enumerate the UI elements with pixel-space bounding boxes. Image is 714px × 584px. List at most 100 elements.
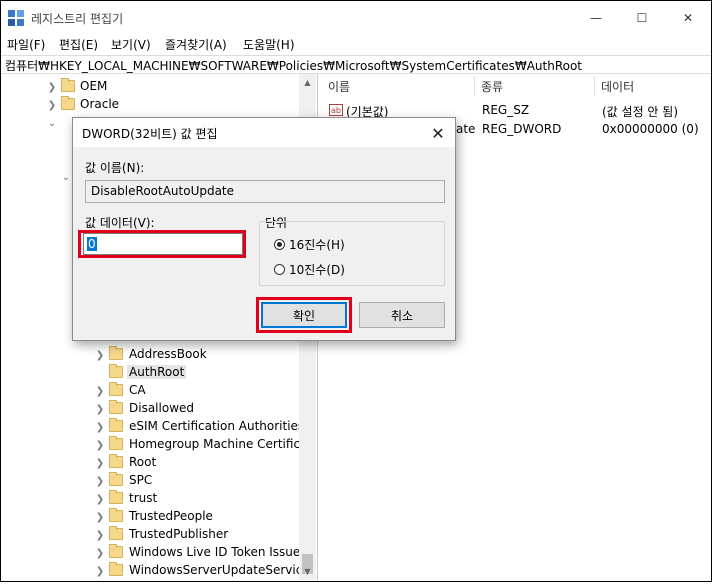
tree-item-label: eSIM Certification Authorities [129,419,305,433]
registry-editor-icon [8,10,24,26]
tree-item[interactable]: ❯ WindowsServerUpdateServices [95,562,316,580]
chevron-right-icon[interactable]: ❯ [95,472,105,490]
tree-item[interactable]: ❯ SPC [95,472,305,490]
tree-item-label: TrustedPublisher [129,527,229,541]
maximize-button[interactable]: ☐ [619,1,665,35]
chevron-right-icon[interactable]: ❯ [95,562,105,580]
title-bar: 레지스트리 편집기 — ☐ ✕ [1,1,711,35]
dialog-title: DWORD(32비트) 값 편집 [82,127,218,141]
column-data[interactable]: 데이터 [595,74,711,98]
folder-icon [109,436,123,450]
radio-off-icon [274,264,285,275]
folder-icon [61,96,75,110]
menu-bar: 파일(F) 편집(E) 보기(V) 즐겨찾기(A) 도움말(H) [1,35,711,55]
address-bar[interactable]: 컴퓨터₩HKEY_LOCAL_MACHINE₩SOFTWARE₩Policies… [1,55,711,74]
tree-item[interactable]: ❯ Root [95,454,305,472]
folder-icon [109,454,123,468]
tree-item[interactable]: ❯ Disallowed [95,400,305,418]
menu-help[interactable]: 도움말(H) [243,36,295,53]
tree-item-label: SPC [129,473,153,487]
cancel-button[interactable]: 취소 [359,302,445,328]
chevron-right-icon[interactable]: ❯ [95,400,105,418]
chevron-down-icon[interactable]: ⌄ [61,168,71,186]
column-name[interactable]: 이름 [322,74,472,98]
tree-item-label: AddressBook [129,347,207,361]
window-title: 레지스트리 편집기 [31,12,124,26]
tree-item-label: TrustedPeople [129,509,213,523]
folder-icon [109,346,123,360]
tree-item-label: Windows Live ID Token Issuer [129,545,306,559]
chevron-right-icon[interactable]: ❯ [47,96,57,114]
tree-item-label: CA [129,383,146,397]
chevron-right-icon[interactable]: ❯ [95,346,105,364]
chevron-right-icon[interactable]: ❯ [95,454,105,472]
tree-item-label: trust [129,491,158,505]
menu-favorites[interactable]: 즐겨찾기(A) [165,36,227,53]
tree-item[interactable]: ❯ OEM [47,78,297,96]
folder-icon [109,508,123,522]
scroll-up-icon[interactable]: ▲ [299,74,316,91]
tree-item-authroot[interactable]: AuthRoot [95,364,305,382]
value-type: REG_DWORD [482,122,562,136]
tree-item-label: WindowsServerUpdateServices [129,563,316,577]
folder-icon [109,400,123,414]
value-name-field: DisableRootAutoUpdate [85,180,445,203]
scroll-down-icon[interactable]: ▼ [299,563,316,580]
folder-icon [109,382,123,396]
chevron-right-icon[interactable]: ❯ [95,490,105,508]
tree-item[interactable]: ❯ eSIM Certification Authorities [95,418,305,436]
radio-on-icon [274,239,285,250]
folder-icon [109,472,123,486]
ok-button-highlight [256,297,352,333]
tree-item[interactable]: ❯ TrustedPublisher [95,526,305,544]
minimize-button[interactable]: — [573,1,619,35]
folder-icon [109,418,123,432]
tree-item[interactable]: ❯ trust [95,490,305,508]
chevron-right-icon[interactable]: ❯ [95,436,105,454]
column-type[interactable]: 종류 [475,74,593,98]
tree-item[interactable]: ❯ Homegroup Machine Certificates [95,436,305,454]
dialog-close-button[interactable]: ✕ [425,121,451,145]
radio-dec-label: 10진수(D) [289,263,345,277]
folder-icon [109,544,123,558]
folder-icon [109,364,123,378]
chevron-down-icon[interactable]: ⌄ [47,114,57,132]
tree-item[interactable]: ❯ CA [95,382,305,400]
value-name: ate [456,122,476,136]
tree-item-label: Oracle [80,97,120,111]
dialog-title-bar: DWORD(32비트) 값 편집 ✕ [73,118,455,147]
menu-view[interactable]: 보기(V) [111,36,151,53]
chevron-right-icon[interactable]: ❯ [95,526,105,544]
tree-item-label: AuthRoot [127,365,187,379]
folder-icon [109,490,123,504]
menu-edit[interactable]: 편집(E) [59,36,98,53]
tree-item-label: Root [129,455,157,469]
close-button[interactable]: ✕ [665,1,711,35]
radio-hex-label: 16진수(H) [289,238,345,252]
tree-item[interactable]: ❯ Oracle [47,96,297,114]
chevron-right-icon[interactable]: ❯ [95,418,105,436]
folder-icon [109,526,123,540]
folder-icon [61,78,75,92]
chevron-right-icon[interactable]: ❯ [95,508,105,526]
tree-item[interactable]: ❯ AddressBook [95,346,305,364]
tree-item-label: Disallowed [129,401,195,415]
value-data-highlight [78,230,246,258]
value-data: 0x00000000 (0) [602,122,699,136]
string-value-icon: ab [329,104,343,116]
radio-hex[interactable]: 16진수(H) [274,236,345,253]
address-path: 컴퓨터₩HKEY_LOCAL_MACHINE₩SOFTWARE₩Policies… [5,59,583,73]
chevron-right-icon[interactable]: ❯ [95,544,105,562]
tree-item[interactable]: ❯ Windows Live ID Token Issuer [95,544,305,562]
chevron-right-icon[interactable]: ❯ [47,78,57,96]
menu-file[interactable]: 파일(F) [7,36,45,53]
tree-item-label: Homegroup Machine Certificates [129,437,305,451]
value-type: REG_SZ [482,103,530,117]
chevron-right-icon[interactable]: ❯ [95,382,105,400]
radio-dec[interactable]: 10진수(D) [274,261,345,278]
value-data: (값 설정 안 됨) [602,105,679,119]
tree-item-label: OEM [80,79,108,93]
tree-item[interactable]: ❯ TrustedPeople [95,508,305,526]
folder-icon [109,562,123,576]
value-name-label: 값 이름(N): [85,161,145,175]
